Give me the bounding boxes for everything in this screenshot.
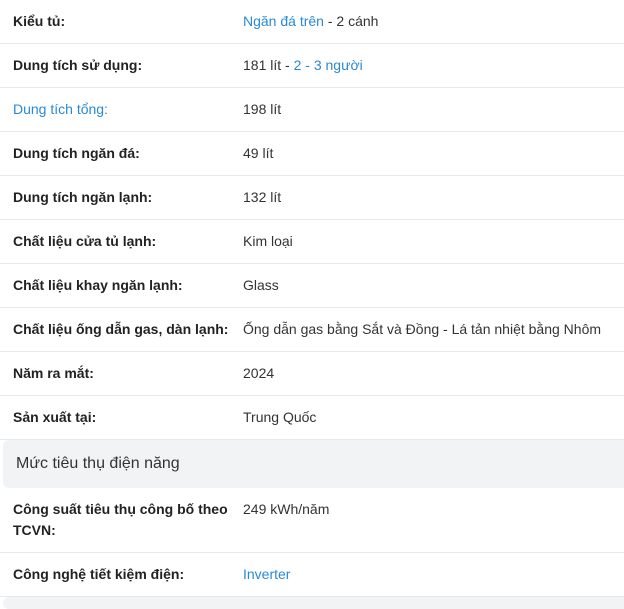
specs-group-general: Kiểu tủ: Ngăn đá trên - 2 cánh Dung tích s…	[0, 0, 624, 440]
spec-value: Trung Quốc	[243, 407, 624, 428]
spec-value-text: Kim loại	[243, 233, 293, 249]
spec-value-text: 132 lít	[243, 189, 282, 205]
spec-value: 49 lít	[243, 143, 624, 164]
spec-value: Ống dẫn gas bằng Sắt và Đồng - Lá tản nh…	[243, 319, 624, 340]
spec-label: Năm ra mắt:	[13, 365, 94, 381]
spec-value: Inverter	[243, 564, 624, 585]
spec-label[interactable]: Dung tích tổng:	[13, 99, 243, 120]
spec-value-link[interactable]: 2 - 3 người	[294, 57, 363, 73]
spec-value: 198 lít	[243, 99, 624, 120]
spec-label: Công suất tiêu thụ công bố theo TCVN:	[13, 501, 228, 538]
spec-value-text: 49 lít	[243, 145, 274, 161]
spec-row: Dung tích ngăn đá: 49 lít	[0, 132, 624, 176]
spec-value: 249 kWh/năm	[243, 499, 624, 541]
spec-value: 181 lít - 2 - 3 người	[243, 55, 624, 76]
spec-label: Công nghệ tiết kiệm điện:	[13, 566, 185, 582]
spec-label: Dung tích sử dụng:	[13, 57, 143, 73]
spec-row: Chất liệu ống dẫn gas, dàn lạnh: Ống dẫn …	[0, 308, 624, 352]
spec-value-link[interactable]: Ngăn đá trên	[243, 13, 324, 29]
spec-value: 2024	[243, 363, 624, 384]
spec-row: Dung tích sử dụng: 181 lít - 2 - 3 người	[0, 44, 624, 88]
spec-value: Glass	[243, 275, 624, 296]
spec-value-text: Glass	[243, 277, 279, 293]
spec-table: Kiểu tủ: Ngăn đá trên - 2 cánh Dung tích s…	[0, 0, 624, 609]
spec-label: Kiểu tủ:	[13, 13, 66, 29]
spec-value-link[interactable]: Inverter	[243, 566, 290, 582]
spec-value-text: 181 lít -	[243, 57, 294, 73]
spec-label: Dung tích ngăn lạnh:	[13, 189, 153, 205]
spec-row: Chất liệu cửa tủ lạnh: Kim loại	[0, 220, 624, 264]
spec-label: Sản xuất tại:	[13, 409, 97, 425]
spec-value-text: 249 kWh/năm	[243, 501, 330, 517]
spec-value: Ngăn đá trên - 2 cánh	[243, 11, 624, 32]
spec-row: Sản xuất tại: Trung Quốc	[0, 396, 624, 440]
spec-row: Dung tích tổng: 198 lít	[0, 88, 624, 132]
spec-row: Công suất tiêu thụ công bố theo TCVN: 249…	[0, 488, 624, 553]
section-title: Mức tiêu thụ điện năng	[16, 455, 180, 472]
spec-value-text: 2024	[243, 365, 275, 381]
spec-value-text: - 2 cánh	[323, 13, 379, 29]
spec-label: Chất liệu khay ngăn lạnh:	[13, 277, 183, 293]
spec-value-text: Ống dẫn gas bằng Sắt và Đồng - Lá tản nh…	[243, 321, 602, 337]
spec-value-text: Trung Quốc	[243, 409, 317, 425]
spec-value-text: 198 lít	[243, 101, 282, 117]
spec-row: Dung tích ngăn lạnh: 132 lít	[0, 176, 624, 220]
spec-value: Kim loại	[243, 231, 624, 252]
spec-label: Chất liệu ống dẫn gas, dàn lạnh:	[13, 321, 229, 337]
spec-value: 132 lít	[243, 187, 624, 208]
spec-row: Năm ra mắt: 2024	[0, 352, 624, 396]
specs-group-power: Công suất tiêu thụ công bố theo TCVN: 249…	[0, 488, 624, 597]
section-header-power-consumption[interactable]: Mức tiêu thụ điện năng	[3, 440, 624, 488]
spec-row: Công nghệ tiết kiệm điện: Inverter	[0, 553, 624, 597]
next-section-header[interactable]	[3, 597, 624, 609]
spec-row: Chất liệu khay ngăn lạnh: Glass	[0, 264, 624, 308]
spec-row: Kiểu tủ: Ngăn đá trên - 2 cánh	[0, 0, 624, 44]
spec-label: Chất liệu cửa tủ lạnh:	[13, 233, 157, 249]
spec-label: Dung tích ngăn đá:	[13, 145, 140, 161]
